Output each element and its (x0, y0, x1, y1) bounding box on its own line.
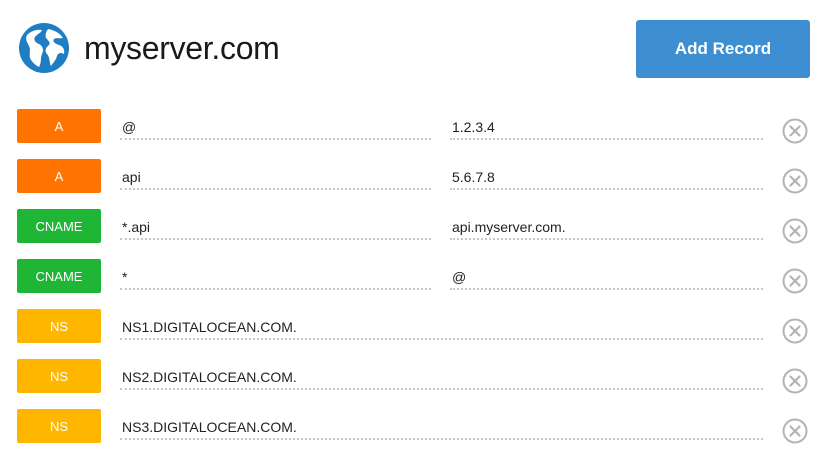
delete-record-icon[interactable] (782, 268, 808, 294)
header: myserver.com Add Record (0, 0, 827, 100)
record-name-input[interactable] (120, 116, 431, 140)
delete-record-icon[interactable] (782, 418, 808, 444)
record-value-input[interactable] (120, 366, 763, 390)
record-row: A (0, 108, 827, 158)
add-record-button[interactable]: Add Record (636, 20, 810, 78)
record-row: A (0, 158, 827, 208)
records-list: A A CNAME CNAME NS (0, 108, 827, 458)
record-type-badge[interactable]: NS (17, 309, 101, 343)
record-row: CNAME (0, 208, 827, 258)
record-row: NS (0, 308, 827, 358)
record-name-input[interactable] (120, 266, 431, 290)
domain-title: myserver.com (84, 30, 280, 66)
delete-record-icon[interactable] (782, 368, 808, 394)
record-row: NS (0, 408, 827, 458)
record-type-badge[interactable]: CNAME (17, 259, 101, 293)
record-type-badge[interactable]: NS (17, 359, 101, 393)
record-type-badge[interactable]: CNAME (17, 209, 101, 243)
record-name-input[interactable] (120, 216, 431, 240)
record-value-input[interactable] (450, 266, 763, 290)
record-type-badge[interactable]: NS (17, 409, 101, 443)
record-name-input[interactable] (120, 166, 431, 190)
record-value-input[interactable] (120, 416, 763, 440)
record-row: NS (0, 358, 827, 408)
delete-record-icon[interactable] (782, 218, 808, 244)
delete-record-icon[interactable] (782, 168, 808, 194)
record-value-input[interactable] (450, 216, 763, 240)
record-row: CNAME (0, 258, 827, 308)
record-type-badge[interactable]: A (17, 159, 101, 193)
globe-icon (19, 23, 69, 73)
delete-record-icon[interactable] (782, 318, 808, 344)
record-type-badge[interactable]: A (17, 109, 101, 143)
record-value-input[interactable] (450, 116, 763, 140)
record-value-input[interactable] (450, 166, 763, 190)
record-value-input[interactable] (120, 316, 763, 340)
delete-record-icon[interactable] (782, 118, 808, 144)
